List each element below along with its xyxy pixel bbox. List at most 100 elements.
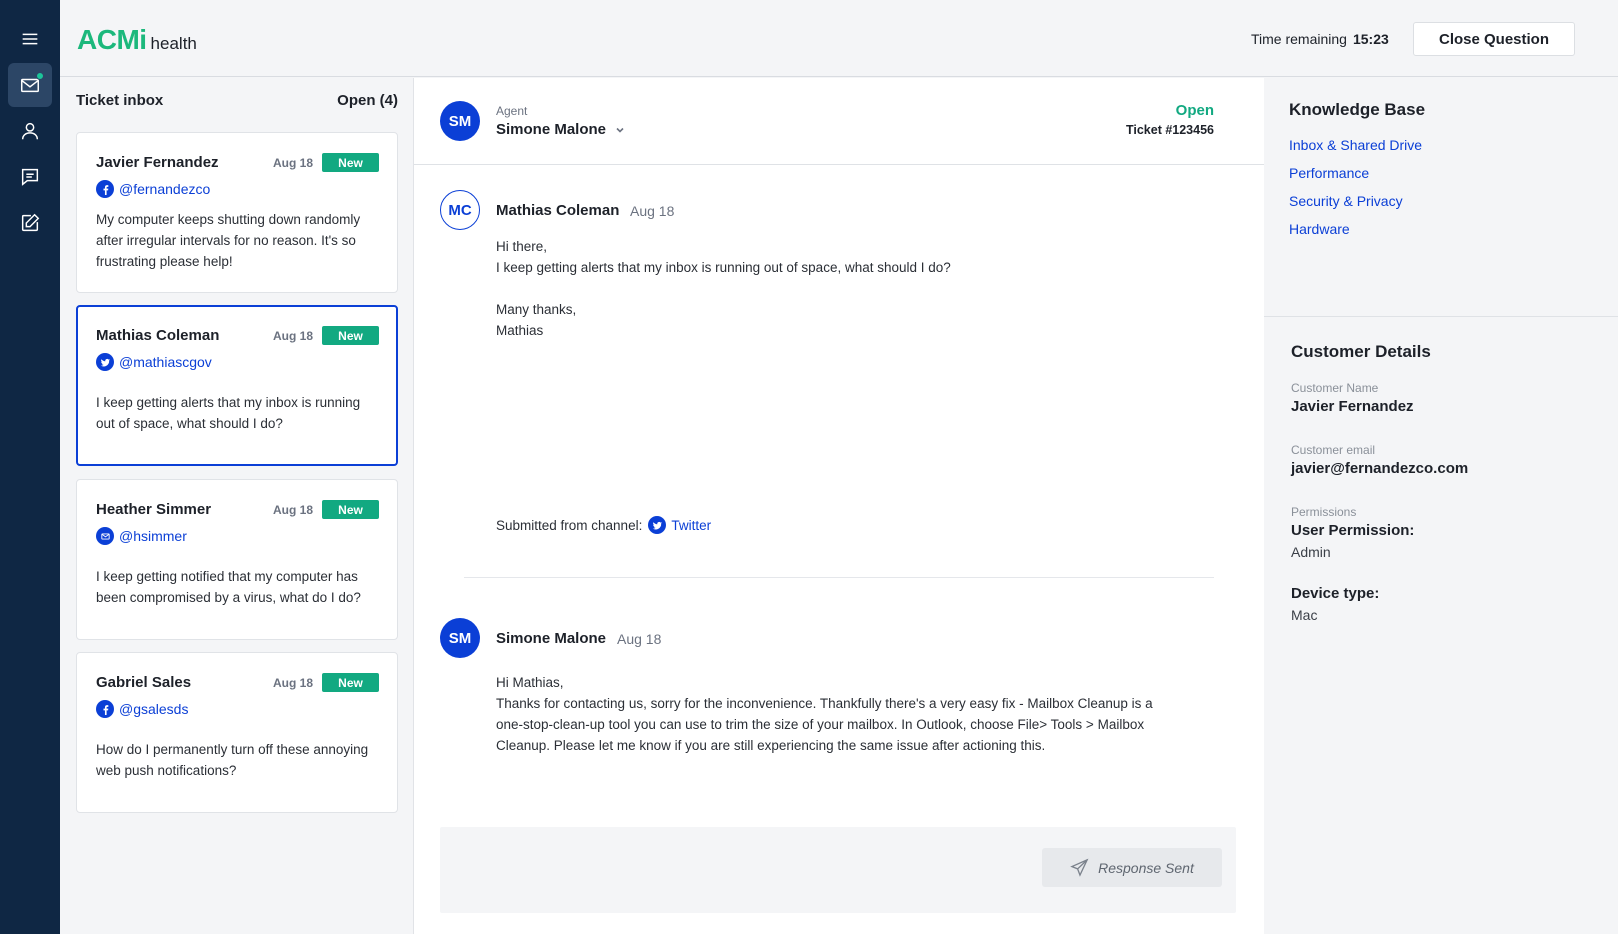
handle-text: @mathiascgov xyxy=(119,354,212,370)
channel-label: Submitted from channel: xyxy=(496,517,643,533)
inbox-open-count[interactable]: Open (4) xyxy=(337,92,398,109)
ticket-customer-name: Gabriel Sales xyxy=(96,674,192,691)
panel-divider xyxy=(1264,316,1618,317)
ticket-card[interactable]: Gabriel Sales Aug 18 New @gsalesds How d… xyxy=(76,652,398,813)
agent-avatar: SM xyxy=(440,101,480,141)
customer-name-label: Customer Name xyxy=(1291,381,1379,395)
inbox-title: Ticket inbox xyxy=(76,92,164,109)
customer-email-label: Customer email xyxy=(1291,443,1376,457)
user-permission-value: Admin xyxy=(1291,544,1331,560)
ticket-status: Open xyxy=(1175,102,1214,119)
reply-area: Response Sent xyxy=(440,827,1236,913)
message-line: Many thanks, xyxy=(496,302,577,317)
edit-icon[interactable] xyxy=(8,201,52,245)
message-body: Hi Mathias, Thanks for contacting us, so… xyxy=(496,672,1176,756)
ticket-inbox: Ticket inbox Open (4) Javier Fernandez A… xyxy=(60,78,414,934)
channel-link[interactable]: Twitter xyxy=(671,518,711,533)
agent-select[interactable]: Simone Malone xyxy=(496,121,625,138)
message-date: Aug 18 xyxy=(630,203,675,219)
timer-label: Time remaining xyxy=(1251,31,1347,47)
status-badge: New xyxy=(322,500,379,519)
timer-value: 15:23 xyxy=(1352,31,1389,47)
ticket-customer-name: Javier Fernandez xyxy=(96,154,219,171)
ticket-customer-name: Mathias Coleman xyxy=(96,327,220,344)
response-sent-button[interactable]: Response Sent xyxy=(1042,848,1222,887)
permissions-label: Permissions xyxy=(1291,505,1357,519)
device-type-label: Device type: xyxy=(1291,585,1380,602)
message-divider xyxy=(464,577,1214,578)
ticket-card[interactable]: Javier Fernandez Aug 18 New @fernandezco… xyxy=(76,132,398,293)
device-type-value: Mac xyxy=(1291,607,1318,623)
ticket-date: Aug 18 xyxy=(273,156,314,170)
ticket-date: Aug 18 xyxy=(273,503,314,517)
ticket-handle[interactable]: @mathiascgov xyxy=(96,353,212,371)
status-badge: New xyxy=(322,153,379,172)
twitter-icon xyxy=(96,353,114,371)
agent-name: Simone Malone xyxy=(496,121,607,138)
ticket-handle[interactable]: @fernandezco xyxy=(96,180,210,198)
email-icon xyxy=(96,527,114,545)
ticket-handle[interactable]: @hsimmer xyxy=(96,527,187,545)
kb-link-hardware[interactable]: Hardware xyxy=(1289,221,1350,237)
ticket-handle[interactable]: @gsalesds xyxy=(96,700,188,718)
customer-avatar: MC xyxy=(440,190,480,230)
message-line: I keep getting alerts that my inbox is r… xyxy=(496,260,951,275)
facebook-icon xyxy=(96,180,114,198)
user-icon[interactable] xyxy=(8,109,52,153)
kb-link-inbox[interactable]: Inbox & Shared Drive xyxy=(1289,137,1422,153)
user-permission-label: User Permission: xyxy=(1291,522,1415,539)
time-remaining: Time remaining 15:23 xyxy=(1251,31,1389,47)
handle-text: @hsimmer xyxy=(119,528,187,544)
ticket-preview: I keep getting notified that my computer… xyxy=(96,569,361,605)
message-date: Aug 18 xyxy=(617,631,662,647)
details-panel: Knowledge Base Inbox & Shared Drive Perf… xyxy=(1264,78,1618,934)
status-badge: New xyxy=(322,673,379,692)
chat-icon[interactable] xyxy=(8,155,52,199)
ticket-preview: My computer keeps shutting down randomly… xyxy=(96,212,361,269)
response-sent-label: Response Sent xyxy=(1098,859,1194,876)
kb-link-performance[interactable]: Performance xyxy=(1289,165,1369,181)
ticket-card-selected[interactable]: Mathias Coleman Aug 18 New @mathiascgov … xyxy=(76,305,398,466)
agent-bar: SM Agent Simone Malone Open Ticket #1234… xyxy=(414,78,1264,165)
message-greeting: Hi Mathias, xyxy=(496,675,564,690)
customer-email: javier@fernandezco.com xyxy=(1291,460,1469,477)
ticket-date: Aug 18 xyxy=(273,329,314,343)
ticket-preview: I keep getting alerts that my inbox is r… xyxy=(96,395,361,431)
chevron-down-icon xyxy=(616,127,624,133)
message-line: Mathias xyxy=(496,323,544,338)
ticket-preview: How do I permanently turn off these anno… xyxy=(96,742,369,778)
top-bar: ACMi health Time remaining 15:23 Close Qu… xyxy=(60,0,1618,77)
twitter-icon xyxy=(648,516,667,534)
customer-details-title: Customer Details xyxy=(1291,342,1431,361)
ticket-customer-name: Heather Simmer xyxy=(96,501,212,518)
message-sender: Mathias Coleman xyxy=(496,202,620,219)
notification-dot xyxy=(36,72,44,80)
agent-reply-avatar: SM xyxy=(440,618,480,658)
nav-rail xyxy=(0,0,60,934)
logo-suffix: health xyxy=(150,34,197,53)
message-text: Thanks for contacting us, sorry for the … xyxy=(496,696,1153,753)
conversation-panel: SM Agent Simone Malone Open Ticket #1234… xyxy=(414,78,1264,934)
message-sender: Simone Malone xyxy=(496,630,607,647)
message-body: Hi there, I keep getting alerts that my … xyxy=(496,236,951,341)
menu-icon[interactable] xyxy=(8,17,52,61)
handle-text: @gsalesds xyxy=(119,701,189,717)
send-icon xyxy=(1070,858,1089,877)
ticket-date: Aug 18 xyxy=(273,676,314,690)
handle-text: @fernandezco xyxy=(119,181,211,197)
ticket-id: Ticket #123456 xyxy=(1125,123,1214,137)
facebook-icon xyxy=(96,700,114,718)
app-logo[interactable]: ACMi health xyxy=(77,24,197,56)
knowledge-base-title: Knowledge Base xyxy=(1289,100,1426,119)
status-badge: New xyxy=(322,326,379,345)
message-line: Hi there, xyxy=(496,239,548,254)
kb-link-security[interactable]: Security & Privacy xyxy=(1289,193,1403,209)
logo-brand: ACMi xyxy=(77,24,147,55)
close-question-button[interactable]: Close Question xyxy=(1413,22,1575,56)
customer-name: Javier Fernandez xyxy=(1291,398,1414,415)
mail-icon[interactable] xyxy=(8,63,52,107)
submitted-channel: Submitted from channel: Twitter xyxy=(496,516,711,534)
agent-label: Agent xyxy=(496,104,528,118)
ticket-card[interactable]: Heather Simmer Aug 18 New @hsimmer I kee… xyxy=(76,479,398,640)
